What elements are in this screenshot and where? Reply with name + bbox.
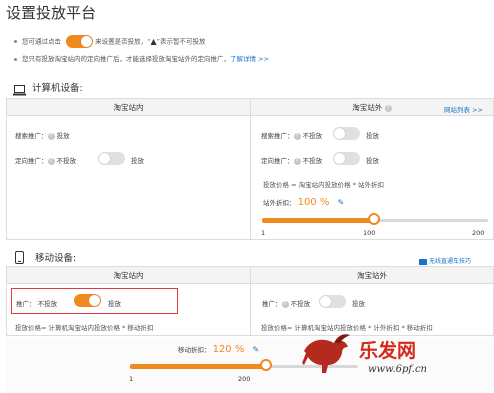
help-icon[interactable]: ? <box>281 300 289 308</box>
tip-text: 您只有投放淘宝站内的定向推广后，才能选择投放淘宝站外的定向推广， <box>22 55 230 63</box>
tip-text: ”表示暂不可投放 <box>156 37 206 46</box>
bullet-dot <box>14 57 17 61</box>
search-promo-row: 搜索推广：? 投放 <box>15 132 70 140</box>
slider-min-label: 1 <box>261 229 266 237</box>
sample-toggle <box>66 35 94 48</box>
slider-mid-label: 100 <box>363 229 376 237</box>
toggle-on-label: 投放 <box>366 157 379 165</box>
help-icon[interactable]: ? <box>384 104 392 112</box>
toggle-on-label: 投放 <box>108 300 121 308</box>
outside-discount-value: 100 % <box>297 197 330 208</box>
watermark-bull-logo <box>300 331 352 375</box>
toggle-on-label: 投放 <box>352 300 365 308</box>
watermark-logo-text: 乐发网 <box>359 340 417 362</box>
video-icon <box>419 258 427 265</box>
bullet-dot <box>14 40 17 43</box>
targeted-promo-row: 定向推广：? 不投放 <box>15 157 77 165</box>
slider-max-label: 200 <box>238 375 251 383</box>
tip-line-2: 您只有投放淘宝站内的定向推广后，才能选择投放淘宝站外的定向推广，了解详情 >> <box>14 53 269 63</box>
mobile-discount-value: 120 % <box>212 344 245 355</box>
mobile-inside-formula: 投放价格= 计算机淘宝站内投放价格 * 移动折扣 <box>15 324 154 332</box>
outside-price-formula: 投放价格 = 淘宝站内投放价格 * 站外折扣 <box>263 181 384 189</box>
tip-line-1: 您可通过点击 来设置是否投放，“▲”表示暂不可投放 <box>14 35 205 48</box>
computer-icon <box>13 81 26 96</box>
mobile-inside-promo-toggle[interactable] <box>74 294 101 307</box>
slider-fill <box>130 364 267 369</box>
mobile-discount-row: 移动折扣： 120 % ✎ <box>178 344 260 355</box>
mobile-outside-promo-toggle[interactable] <box>319 295 346 308</box>
search-promo-state: 投放 <box>56 132 70 140</box>
page-title: 设置投放平台 <box>6 4 97 22</box>
learn-more-link[interactable]: 了解详情 >> <box>230 55 269 63</box>
outside-discount-slider[interactable] <box>262 213 488 225</box>
mobile-inside-header: 淘宝站内 <box>7 267 250 284</box>
outside-discount-row: 站外折扣： 100 % ✎ <box>263 197 345 208</box>
mobile-inside-promo-row: 推广： 不投放 <box>16 300 58 308</box>
mobile-outside-header: 淘宝站外 <box>251 267 493 284</box>
help-icon[interactable]: ? <box>47 132 55 140</box>
toggle-on-label: 投放 <box>366 132 379 140</box>
computer-outside-targeted-toggle[interactable] <box>333 152 360 165</box>
computer-inside-targeted-toggle[interactable] <box>98 152 125 165</box>
column-divider <box>250 267 251 335</box>
outside-targeted-row: 定向推广：? 不投放 <box>261 157 323 165</box>
tip-text: 来设置是否投放，“ <box>95 37 151 46</box>
edit-pencil-icon[interactable]: ✎ <box>252 345 259 354</box>
column-divider <box>250 99 251 239</box>
toggle-on-label: 投放 <box>131 157 144 165</box>
help-icon[interactable]: ? <box>47 157 55 165</box>
computer-inside-header: 淘宝站内 <box>7 99 250 116</box>
watermark-url: www.6pf.cn <box>368 364 427 375</box>
site-list-link[interactable]: 网站列表 >> <box>444 104 483 114</box>
computer-outside-search-toggle[interactable] <box>333 127 360 140</box>
mobile-section-heading: 移动设备: <box>35 253 77 264</box>
slider-fill <box>262 218 375 223</box>
computer-section-heading: 计算机设备: <box>32 83 83 94</box>
help-icon[interactable]: ? <box>293 132 301 140</box>
help-icon[interactable]: ? <box>293 157 301 165</box>
mobile-phone-icon <box>15 249 24 264</box>
outside-search-row: 搜索推广：? 不投放 <box>261 132 323 140</box>
edit-pencil-icon[interactable]: ✎ <box>337 198 344 207</box>
slider-min-label: 1 <box>129 375 134 383</box>
wireless-tips-link[interactable]: 无线直通车技巧 <box>419 256 471 265</box>
tip-text: 您可通过点击 <box>22 37 61 46</box>
mobile-outside-promo-row: 推广：? 不投放 <box>262 300 311 308</box>
slider-max-label: 200 <box>472 229 485 237</box>
